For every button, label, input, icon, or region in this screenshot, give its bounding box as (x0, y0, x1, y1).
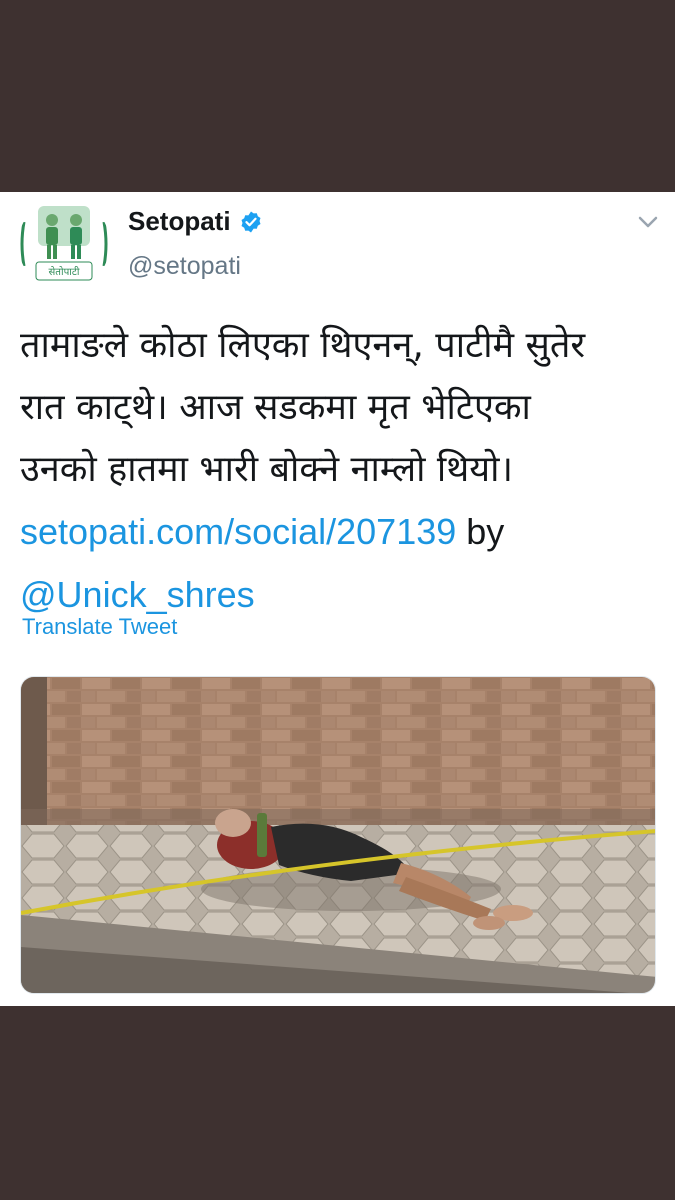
display-name[interactable]: Setopati (128, 206, 263, 237)
tweet-line: उनको हातमा भारी बोक्ने नाम्लो थियो। (20, 449, 514, 490)
handle[interactable]: @setopati (128, 252, 241, 281)
tweet-text: तामाङले कोठा लिएका थिएनन्, पाटीमै सुतेर … (20, 315, 660, 627)
tweet-link-line: setopati.com/social/207139 by (20, 501, 660, 564)
mention-link[interactable]: @Unick_shres (20, 574, 255, 615)
tweet-photo[interactable] (20, 676, 656, 994)
display-name-text[interactable]: Setopati (128, 206, 231, 237)
translate-tweet-link[interactable]: Translate Tweet (22, 614, 177, 640)
chevron-down-icon[interactable] (636, 213, 660, 231)
tweet-line: रात काट्थे। आज सडकमा मृत भेटिएका (20, 387, 531, 428)
setopati-logo: सेतोपाटी (18, 198, 110, 290)
verified-badge-icon (241, 211, 261, 232)
tweet-line: तामाङले कोठा लिएका थिएनन्, पाटीमै सुतेर (20, 325, 586, 366)
photo-image (21, 677, 655, 993)
avatar-logo-text: सेतोपाटी (49, 266, 80, 278)
tweet-link[interactable]: setopati.com/social/207139 (20, 511, 456, 552)
avatar[interactable]: सेतोपाटी (18, 198, 110, 290)
by-text: by (456, 511, 505, 552)
